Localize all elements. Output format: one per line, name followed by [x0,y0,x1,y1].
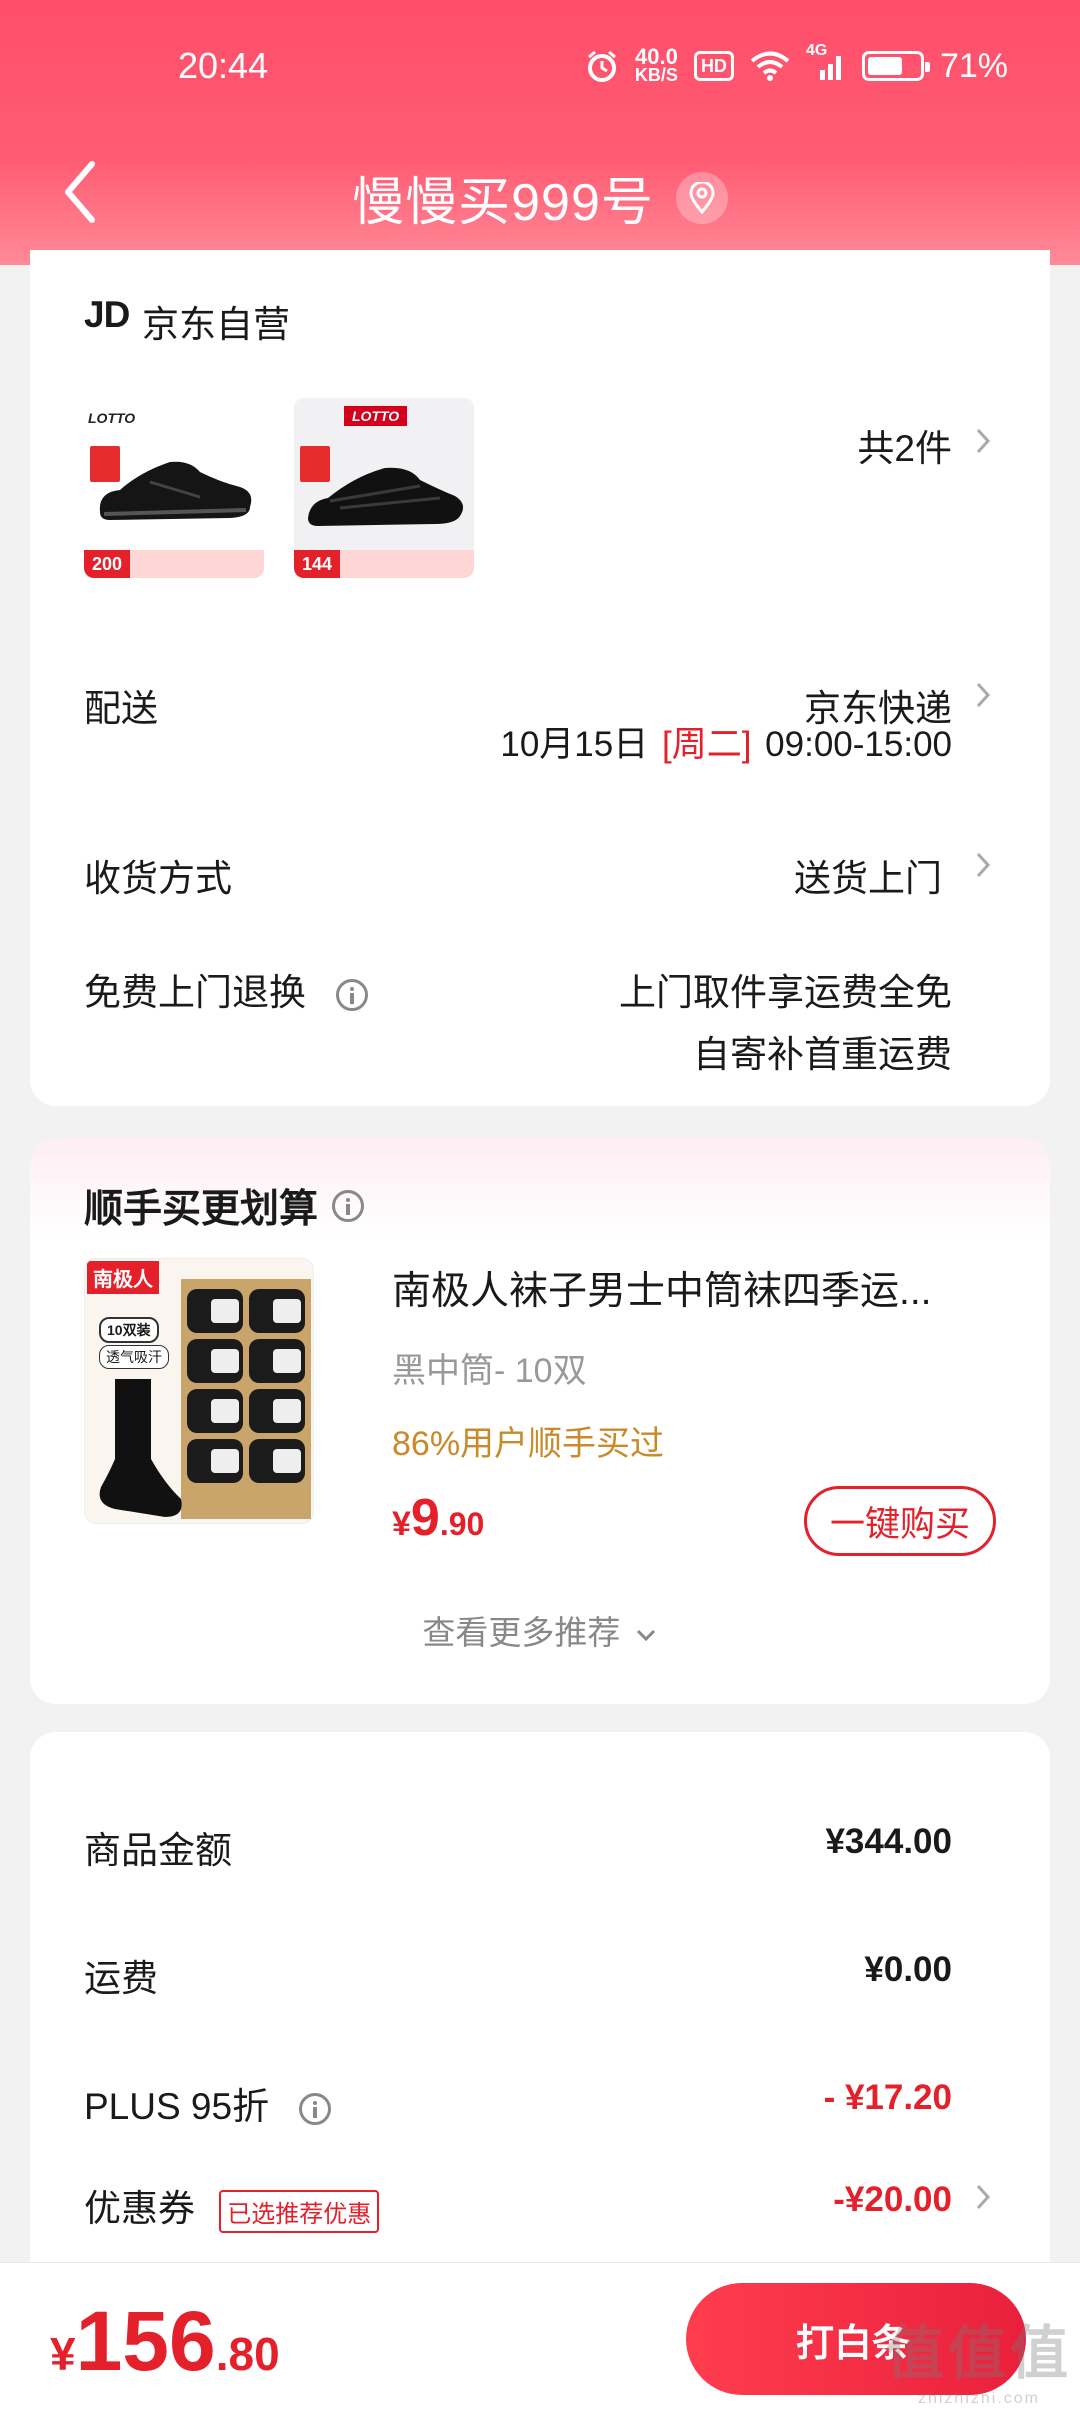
shipping-label: 运费 [84,1958,158,1999]
coupon-label: 优惠券 已选推荐优惠 [84,2178,380,2233]
recommend-product-spec: 黑中筒- 10双 [392,1352,587,1390]
delivery-schedule: 10月15日 [周二] 09:00-15:00 [500,716,952,767]
recommend-social-proof: 86%用户顺手买过 [392,1425,665,1463]
socks-image [99,1279,311,1519]
receive-method[interactable]: 送货上门 [794,848,942,902]
plus-discount-label: PLUS 95折 [84,2076,332,2130]
network-speed-unit: KB/S [634,65,678,85]
product-badge: 200 [84,550,130,578]
recommend-product-name[interactable]: 南极人袜子男士中筒袜四季运... [392,1260,992,1316]
info-icon[interactable] [336,979,369,1012]
product-thumbnail[interactable]: LOTTO 200 [84,398,264,578]
network-speed-value: 40.0 [635,44,678,69]
total-currency: ¥ [50,2328,76,2380]
item-count[interactable]: 共2件 [857,418,952,472]
alarm-icon [585,49,619,83]
plus-discount-value: - ¥17.20 [823,2078,952,2117]
price-currency: ¥ [392,1505,411,1543]
total-integer: 156 [75,2294,216,2388]
price-decimal: .90 [439,1506,485,1542]
shoe-image [308,467,464,526]
chevron-right-icon[interactable] [974,2182,992,2212]
info-icon[interactable] [332,1190,365,1222]
location-pin-icon [689,181,715,214]
product-brand: LOTTO [88,410,136,426]
network-type: 4G [805,42,828,59]
recommend-price: ¥9.90 [392,1488,484,1548]
recommend-title-text: 顺手买更划算 [84,1188,319,1231]
return-policy-line1: 上门取件享运费全免 [619,972,952,1013]
watermark-url: zhizhizhi.com [917,2390,1040,2407]
coupon-label-text: 优惠券 [84,2188,195,2229]
goods-amount-value: ¥344.00 [825,1822,952,1861]
delivery-date: 10月15日 [500,725,649,764]
watermark-logo: 值值值 [885,2321,1072,2386]
checkout-bar: ¥156.80 打白条 值值值 zhizhizhi.com [0,2262,1080,2412]
shoe-image [99,461,252,520]
product-strip [130,550,264,578]
product-badge: 144 [294,550,340,578]
return-label: 免费上门退换 [84,962,369,1016]
battery-percent: 71% [939,46,1008,85]
coupon-tag: 已选推荐优惠 [219,2189,380,2233]
product-brand: LOTTO [344,406,408,426]
more-recommend-text: 查看更多推荐 [422,1614,621,1651]
shipping-value: ¥0.00 [864,1950,952,1989]
delivery-weekday: [周二] [661,725,752,764]
status-bar: 20:44 40.0 KB/S HD 4G 71% [0,0,1080,140]
page-title: 慢慢买999号 [352,174,654,232]
store-logo: JD [84,294,130,335]
chevron-right-icon[interactable] [974,426,992,456]
info-icon[interactable] [299,2093,332,2126]
recommend-title: 顺手买更划算 [84,1178,365,1234]
order-card: JD 京东自营 LOTTO 200 LOTTO 144 共2件 配送 京东快递 … [30,250,1050,1106]
recommend-card: 顺手买更划算 南极人 10双装 透气吸汗 南极人袜子男士中筒袜四季运... 黑中… [30,1138,1050,1704]
recommend-product-image[interactable]: 南极人 10双装 透气吸汗 [84,1258,314,1524]
status-time: 20:44 [178,45,269,86]
location-button[interactable] [675,171,728,224]
chevron-right-icon[interactable] [974,850,992,880]
total-decimal: .80 [215,2328,280,2380]
total-price: ¥156.80 [50,2293,280,2390]
price-integer: 9 [410,1489,440,1547]
status-icons: 40.0 KB/S HD 4G 71% [585,42,1008,88]
chevron-down-icon [636,1630,655,1642]
product-thumbnail[interactable]: LOTTO 144 [294,398,474,578]
product-strip [340,550,474,578]
store-name: 京东自营 [142,304,290,345]
header: 20:44 40.0 KB/S HD 4G 71% 慢慢买999号 [0,0,1080,265]
chevron-right-icon[interactable] [974,680,992,710]
hd-badge: HD [693,51,734,81]
coupon-value[interactable]: -¥20.00 [833,2180,952,2220]
network-speed: 40.0 KB/S [634,44,678,85]
delivery-label: 配送 [84,688,158,729]
one-click-buy-button[interactable]: 一键购买 [804,1486,996,1556]
wifi-icon [750,50,790,82]
receive-label: 收货方式 [84,858,232,899]
plus-discount-text: PLUS 95折 [84,2086,270,2127]
signal-icon: 4G [806,42,846,82]
battery-level [867,57,902,75]
nav-title-bar: 慢慢买999号 [0,160,1080,235]
more-recommend-link[interactable]: 查看更多推荐 [30,1606,1050,1654]
battery-icon [861,51,930,81]
return-label-text: 免费上门退换 [84,972,306,1013]
goods-amount-label: 商品金额 [84,1830,232,1871]
return-policy-line2: 自寄补首重运费 [693,1034,952,1075]
delivery-time: 09:00-15:00 [765,725,952,764]
watermark: 值值值 zhizhizhi.com [886,2306,1072,2408]
